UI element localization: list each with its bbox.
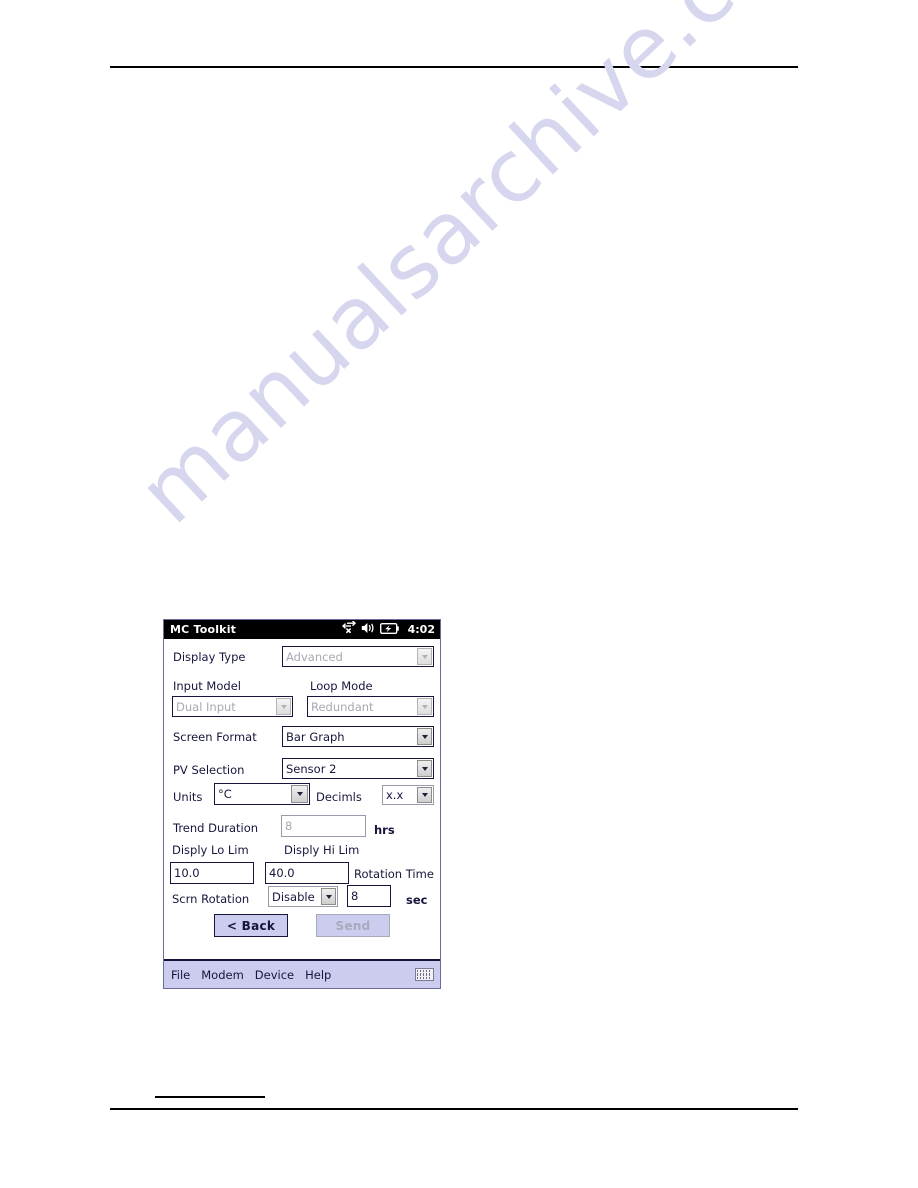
- screen-format-label: Screen Format: [173, 730, 257, 744]
- back-button[interactable]: < Back: [214, 914, 288, 937]
- units-combo[interactable]: °C: [214, 783, 310, 805]
- scrn-rotation-combo[interactable]: Disable: [268, 886, 338, 907]
- disply-hi-lim-input[interactable]: 40.0: [265, 862, 349, 884]
- trend-duration-value: 8: [285, 819, 293, 833]
- device-screenshot: MC Toolkit 4:02 Display Type Advanced In…: [163, 619, 441, 989]
- pv-selection-label: PV Selection: [173, 763, 245, 777]
- display-type-label: Display Type: [173, 650, 246, 664]
- scrn-rotation-value: Disable: [272, 889, 315, 904]
- chevron-down-icon[interactable]: [276, 698, 291, 715]
- rotation-time-input[interactable]: 8: [347, 885, 391, 907]
- page-footer-rule: [110, 1108, 798, 1110]
- page-header-rule: [110, 66, 798, 68]
- loop-mode-combo[interactable]: Redundant: [307, 696, 434, 717]
- chevron-down-icon[interactable]: [417, 760, 432, 777]
- pv-selection-value: Sensor 2: [286, 761, 337, 776]
- display-type-value: Advanced: [286, 649, 343, 664]
- menu-item-help[interactable]: Help: [305, 968, 331, 982]
- input-model-combo[interactable]: Dual Input: [172, 696, 293, 717]
- disply-hi-lim-value: 40.0: [269, 866, 295, 880]
- screen-format-combo[interactable]: Bar Graph: [282, 726, 434, 747]
- speaker-icon[interactable]: [361, 621, 375, 639]
- menubar: File Modem Device Help: [164, 961, 440, 988]
- trend-duration-input[interactable]: 8: [281, 815, 366, 837]
- decimals-combo[interactable]: x.x: [382, 785, 434, 805]
- chevron-down-icon[interactable]: [291, 785, 308, 803]
- watermark: manualsarchive.com: [120, 0, 855, 544]
- units-value: °C: [218, 787, 232, 801]
- trend-duration-unit: hrs: [374, 823, 395, 837]
- input-model-value: Dual Input: [176, 699, 236, 714]
- menu-item-modem[interactable]: Modem: [201, 968, 244, 982]
- menu-item-device[interactable]: Device: [255, 968, 294, 982]
- clock: 4:02: [407, 623, 435, 636]
- disply-lo-lim-input[interactable]: 10.0: [170, 862, 254, 884]
- battery-icon[interactable]: [379, 621, 399, 639]
- menu-item-file[interactable]: File: [171, 968, 190, 982]
- chevron-down-icon[interactable]: [417, 648, 432, 665]
- page-footnote-rule: [155, 1096, 265, 1098]
- chevron-down-icon[interactable]: [417, 728, 432, 745]
- scrn-rotation-label: Scrn Rotation: [172, 892, 250, 906]
- rotation-time-value: 8: [351, 889, 359, 903]
- input-model-label: Input Model: [173, 679, 241, 693]
- keyboard-icon[interactable]: [415, 968, 434, 981]
- disply-lo-lim-label: Disply Lo Lim: [172, 843, 249, 857]
- system-tray: 4:02: [341, 620, 435, 639]
- chevron-down-icon[interactable]: [321, 888, 336, 905]
- form-client-area: Display Type Advanced Input Model Loop M…: [164, 639, 440, 961]
- disply-hi-lim-label: Disply Hi Lim: [284, 843, 360, 857]
- send-button[interactable]: Send: [316, 914, 390, 937]
- titlebar: MC Toolkit 4:02: [164, 620, 440, 639]
- rotation-time-unit: sec: [406, 893, 428, 907]
- connectivity-off-icon[interactable]: [341, 620, 356, 639]
- screen-format-value: Bar Graph: [286, 729, 345, 744]
- units-label: Units: [173, 790, 203, 804]
- chevron-down-icon[interactable]: [417, 698, 432, 715]
- trend-duration-label: Trend Duration: [173, 821, 259, 835]
- decimals-value: x.x: [386, 788, 404, 802]
- display-type-combo[interactable]: Advanced: [282, 646, 434, 667]
- decimals-label: Decimls: [316, 790, 362, 804]
- chevron-down-icon[interactable]: [417, 787, 432, 803]
- loop-mode-value: Redundant: [311, 699, 374, 714]
- disply-lo-lim-value: 10.0: [174, 866, 200, 880]
- pv-selection-combo[interactable]: Sensor 2: [282, 758, 434, 779]
- app-title: MC Toolkit: [170, 623, 237, 636]
- rotation-time-label: Rotation Time: [354, 867, 434, 881]
- loop-mode-label: Loop Mode: [310, 679, 373, 693]
